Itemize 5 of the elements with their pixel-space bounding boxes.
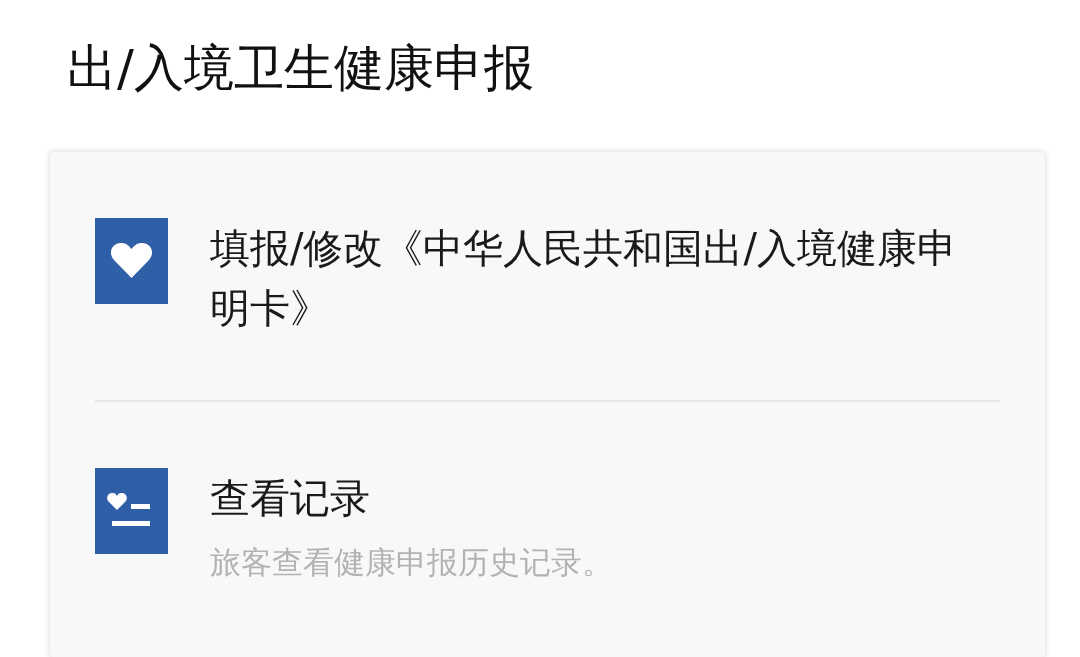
item-description: 旅客查看健康申报历史记录。 (210, 543, 613, 582)
record-icon (95, 468, 168, 554)
page-title: 出/入境卫生健康申报 (67, 38, 535, 99)
menu-item[interactable]: 查看记录 (210, 468, 613, 528)
menu-item[interactable]: 填报/修改《中华人民共和国出/入境健康申明卡》 (210, 218, 960, 338)
